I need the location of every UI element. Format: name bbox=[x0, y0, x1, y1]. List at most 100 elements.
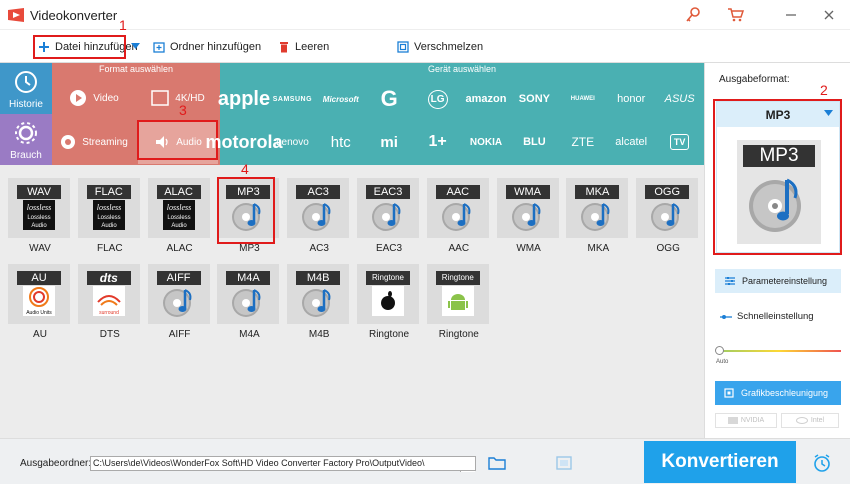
open-output-icon[interactable] bbox=[556, 456, 572, 470]
device-brand-row1-7[interactable]: HUAWEI bbox=[559, 77, 607, 121]
format-tile-aac[interactable]: AAC AAC bbox=[425, 168, 493, 254]
device-brand-row1-8[interactable]: honor bbox=[607, 77, 655, 121]
device-brand-row2-3[interactable]: mi bbox=[365, 120, 413, 164]
format-label: AU bbox=[33, 329, 47, 340]
format-tile-m4a[interactable]: M4A M4A bbox=[215, 254, 283, 340]
format-4k-button[interactable]: 4K/HD bbox=[136, 76, 220, 120]
format-tile-ringtone-android[interactable]: Ringtone Ringtone bbox=[425, 254, 493, 340]
format-badge: dts bbox=[86, 271, 131, 285]
format-tile-m4b[interactable]: M4B M4B bbox=[285, 254, 353, 340]
format-label: M4B bbox=[308, 329, 330, 340]
music-disc-icon bbox=[651, 203, 680, 231]
cart-icon[interactable] bbox=[726, 6, 744, 24]
quality-slider-handle[interactable] bbox=[715, 346, 724, 355]
key-icon[interactable] bbox=[684, 6, 702, 24]
toolbox-button[interactable]: Brauch bbox=[0, 114, 52, 165]
format-label: ALAC bbox=[166, 243, 193, 254]
device-brand-row1-3[interactable]: G bbox=[365, 77, 413, 121]
close-icon[interactable] bbox=[820, 6, 838, 24]
format-tile-aiff[interactable]: AIFF AIFF bbox=[146, 254, 214, 340]
device-brand-label: ASUS bbox=[664, 93, 695, 105]
music-disc-icon bbox=[302, 203, 331, 231]
music-disc-icon bbox=[511, 203, 541, 231]
device-brand-label: amazon bbox=[465, 93, 507, 105]
device-brand-row2-7[interactable]: ZTE bbox=[559, 120, 607, 164]
device-brand-row2-5[interactable]: NOKIA bbox=[462, 120, 510, 164]
format-art bbox=[438, 286, 478, 318]
format-tile-ringtone-iphone[interactable]: Ringtone Ringtone bbox=[355, 254, 423, 340]
format-label: OGG bbox=[656, 243, 680, 254]
format-badge: FLAC bbox=[86, 185, 131, 199]
format-streaming-button[interactable]: Streaming bbox=[52, 120, 136, 164]
format-tile-au[interactable]: AU Audio Units AU bbox=[6, 254, 74, 340]
sliders-icon bbox=[725, 277, 735, 285]
device-brand-row2-6[interactable]: BLU bbox=[510, 120, 558, 164]
format-tile-mka[interactable]: MKA MKA bbox=[564, 168, 632, 254]
output-path-input[interactable]: C:\Users\de\Videos\WonderFox Soft\HD Vid… bbox=[90, 456, 476, 471]
format-video-label: Video bbox=[93, 92, 119, 104]
gpu-acceleration-button[interactable]: Grafikbeschleunigung bbox=[715, 381, 841, 405]
device-brand-label: mi bbox=[380, 133, 398, 151]
device-brand-label: apple bbox=[217, 87, 271, 110]
device-brand-row1-2[interactable]: Microsoft bbox=[317, 77, 365, 121]
clear-button[interactable]: Leeren bbox=[278, 36, 329, 57]
format-tile-flac[interactable]: FLAC lossless Lossless Audio FLAC bbox=[76, 168, 144, 254]
format-tile-eac3[interactable]: EAC3 EAC3 bbox=[355, 168, 423, 254]
svg-text:Audio: Audio bbox=[101, 223, 117, 229]
android-icon bbox=[441, 286, 474, 316]
surround-text: surround bbox=[99, 310, 119, 316]
quality-slider-track[interactable] bbox=[717, 350, 841, 352]
format-art bbox=[159, 286, 199, 318]
format-art: lossless Lossless Audio bbox=[159, 200, 199, 232]
alarm-clock-icon[interactable] bbox=[812, 453, 832, 473]
device-brand-row2-0[interactable]: motorola bbox=[206, 120, 283, 164]
svg-text:Audio: Audio bbox=[31, 223, 47, 229]
format-tile-ogg[interactable]: OGG OGG bbox=[634, 168, 702, 254]
device-brand-row1-4[interactable]: LG bbox=[414, 77, 462, 121]
device-brand-row1-1[interactable]: SAMSUNG bbox=[268, 77, 316, 121]
format-art bbox=[438, 200, 478, 232]
chrome-icon bbox=[61, 135, 76, 149]
format-tile-ac3[interactable]: AC3 AC3 bbox=[285, 168, 353, 254]
device-brand-row1-0[interactable]: apple bbox=[217, 77, 271, 121]
convert-button[interactable]: Konvertieren bbox=[644, 441, 796, 483]
merge-button[interactable]: Verschmelzen bbox=[397, 36, 483, 57]
format-badge: WMA bbox=[505, 185, 550, 199]
device-brand-label: NOKIA bbox=[469, 136, 503, 148]
annotation-4: 4 bbox=[241, 161, 249, 177]
device-brand-row2-2[interactable]: htc bbox=[317, 120, 365, 164]
device-brand-row1-6[interactable]: SONY bbox=[510, 77, 558, 121]
folder-open-icon[interactable] bbox=[488, 456, 506, 470]
device-brand-row2-8[interactable]: alcatel bbox=[607, 120, 655, 164]
output-folder-label: Ausgabeordner: bbox=[20, 458, 92, 469]
device-brand-row2-4[interactable]: 1+ bbox=[414, 120, 462, 164]
format-badge: M4B bbox=[296, 271, 341, 285]
svg-text:Lossless: Lossless bbox=[167, 215, 190, 221]
history-button[interactable]: Historie bbox=[0, 63, 52, 114]
add-folder-button[interactable]: Ordner hinzufügen bbox=[153, 36, 261, 57]
chip-icon bbox=[724, 388, 734, 398]
format-tile-wav[interactable]: WAV lossless Lossless Audio WAV bbox=[6, 168, 74, 254]
toolbox-label: Brauch bbox=[10, 150, 42, 161]
format-tile-dts[interactable]: dts surround DTS bbox=[76, 254, 144, 340]
format-tile-wma[interactable]: WMA WMA bbox=[495, 168, 563, 254]
format-section-header: Format auswählen bbox=[98, 64, 174, 74]
device-brand-row1-5[interactable]: amazon bbox=[462, 77, 510, 121]
device-brand-row2-9[interactable]: TV bbox=[656, 120, 704, 164]
device-brand-row1-9[interactable]: ASUS bbox=[656, 77, 704, 121]
parameter-settings-button[interactable]: Parametereinstellung bbox=[715, 269, 841, 293]
music-disc-icon bbox=[372, 203, 401, 231]
format-label: WAV bbox=[29, 243, 51, 254]
device-brand-row2-1[interactable]: Lenovo bbox=[268, 120, 316, 164]
format-tile-alac[interactable]: ALAC lossless Lossless Audio ALAC bbox=[146, 168, 214, 254]
svg-text:Audio: Audio bbox=[171, 223, 187, 229]
device-section: Gerät auswählen apple SAMSUNG Microsoft G LG… bbox=[206, 63, 704, 165]
apple-icon bbox=[372, 286, 404, 316]
format-video-button[interactable]: Video bbox=[52, 76, 136, 120]
clear-label: Leeren bbox=[295, 40, 330, 53]
quick-setting-icon bbox=[720, 314, 732, 319]
format-art bbox=[577, 200, 617, 232]
format-badge: ALAC bbox=[156, 185, 201, 199]
add-file-dropdown-icon[interactable] bbox=[131, 43, 140, 49]
minimize-icon[interactable] bbox=[782, 6, 800, 24]
